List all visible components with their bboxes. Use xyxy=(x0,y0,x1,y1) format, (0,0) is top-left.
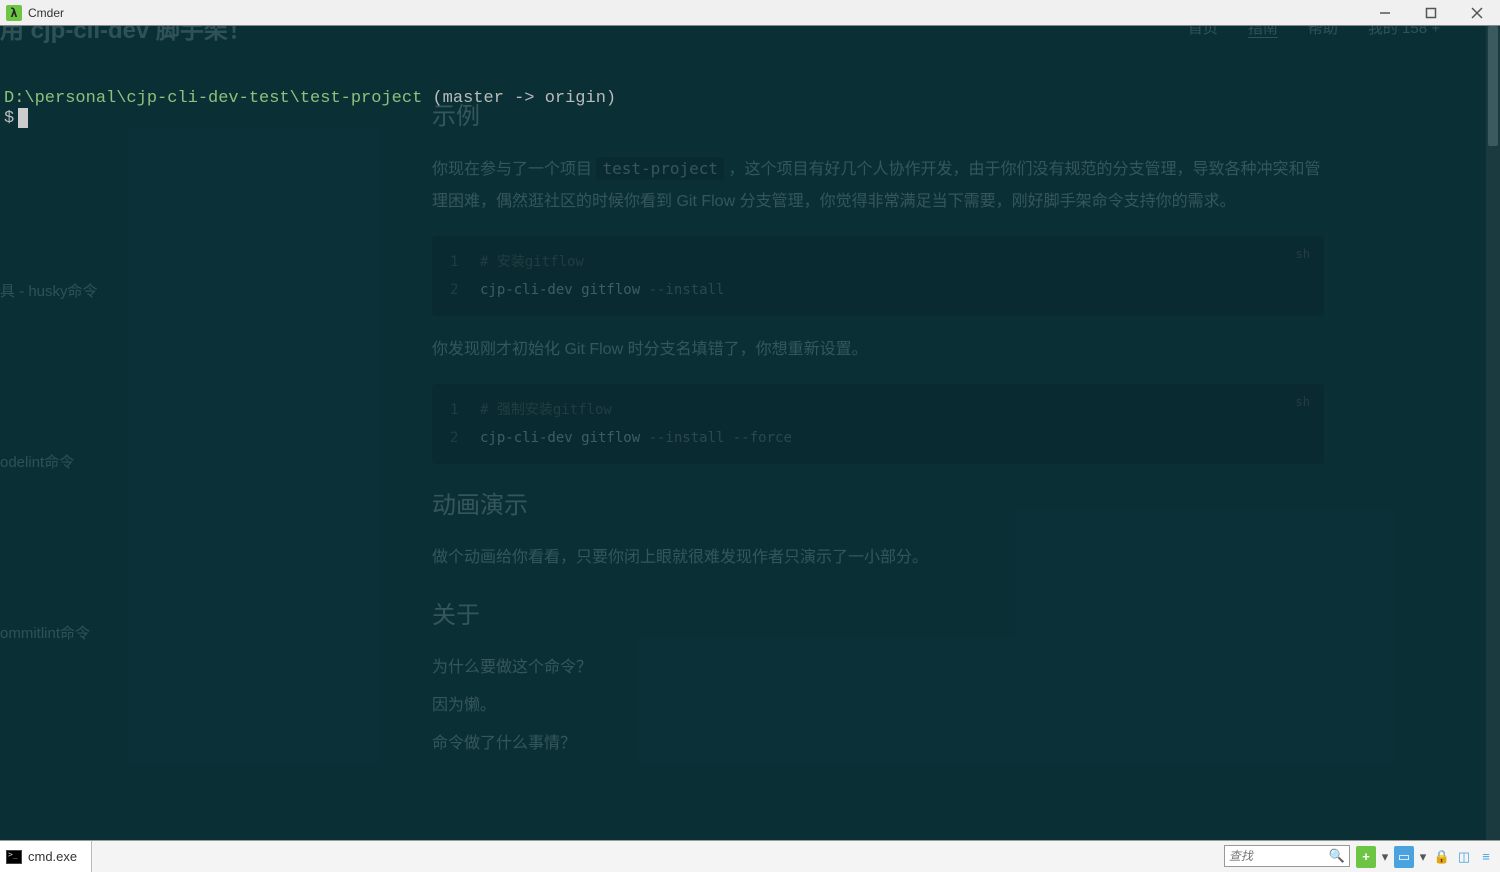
statusbar-icons: + ▾ ▭ ▾ 🔒 ◫ ≡ xyxy=(1356,841,1500,872)
maximize-icon xyxy=(1425,7,1437,19)
titlebar-controls xyxy=(1362,0,1500,25)
terminal-cursor xyxy=(18,108,28,128)
statusbar: cmd.exe 🔍 + ▾ ▭ ▾ 🔒 ◫ ≡ xyxy=(0,840,1500,872)
new-tab-button[interactable]: + xyxy=(1356,846,1376,868)
prompt-symbol: $ xyxy=(4,109,14,128)
console-tab-label: cmd.exe xyxy=(28,849,77,864)
window-list-dropdown[interactable]: ▾ xyxy=(1416,846,1430,868)
search-input[interactable] xyxy=(1229,849,1329,863)
prompt-branch: (master -> origin) xyxy=(432,89,616,108)
terminal-scroll-thumb[interactable] xyxy=(1488,26,1498,146)
cmder-icon: λ xyxy=(6,5,22,21)
titlebar[interactable]: λ Cmder xyxy=(0,0,1500,26)
close-button[interactable] xyxy=(1454,0,1500,25)
statusbar-spacer xyxy=(92,841,1218,872)
menu-button[interactable]: ≡ xyxy=(1476,846,1496,868)
console-tab[interactable]: cmd.exe xyxy=(0,841,92,872)
titlebar-left: λ Cmder xyxy=(6,5,64,21)
prompt-path: D:\personal\cjp-cli-dev-test\test-projec… xyxy=(4,89,422,108)
terminal-scrollbar[interactable] xyxy=(1486,26,1500,840)
window-list-button[interactable]: ▭ xyxy=(1394,846,1414,868)
statusbar-search[interactable]: 🔍 xyxy=(1224,845,1350,867)
search-icon[interactable]: 🔍 xyxy=(1329,848,1345,864)
cmd-icon xyxy=(6,850,22,864)
terminal-body[interactable]: D:\personal\cjp-cli-dev-test\test-projec… xyxy=(0,26,1500,840)
window-title: Cmder xyxy=(28,6,64,20)
terminal-window: λ Cmder D:\personal\cjp-cli-dev-test\tes… xyxy=(0,0,1500,840)
close-icon xyxy=(1471,7,1483,19)
split-button[interactable]: ◫ xyxy=(1454,846,1474,868)
maximize-button[interactable] xyxy=(1408,0,1454,25)
minimize-button[interactable] xyxy=(1362,0,1408,25)
minimize-icon xyxy=(1379,7,1391,19)
new-tab-dropdown[interactable]: ▾ xyxy=(1378,846,1392,868)
lock-button[interactable]: 🔒 xyxy=(1432,846,1452,868)
